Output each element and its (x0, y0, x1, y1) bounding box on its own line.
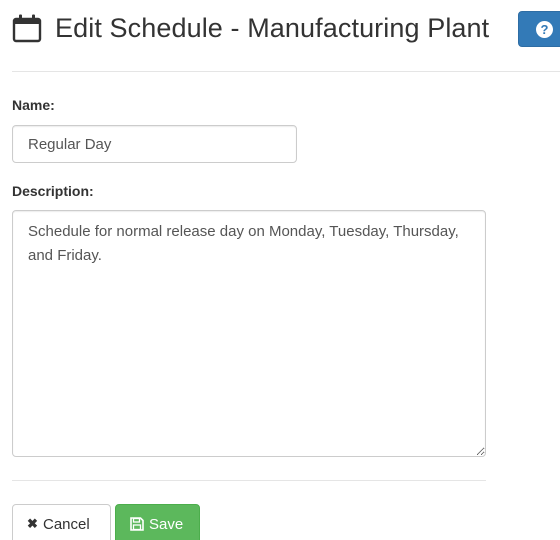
description-textarea[interactable]: Schedule for normal release day on Monda… (12, 210, 486, 457)
help-button[interactable]: ? (518, 11, 560, 47)
edit-schedule-page: Edit Schedule - Manufacturing Plant ? Na… (0, 0, 560, 540)
floppy-disk-icon (130, 517, 144, 531)
header-divider (12, 71, 560, 72)
calendar-icon (12, 14, 42, 43)
name-label: Name: (12, 97, 55, 113)
times-icon: ✖ (27, 516, 38, 531)
name-input[interactable] (12, 125, 297, 163)
page-header: Edit Schedule - Manufacturing Plant (12, 8, 489, 48)
description-label: Description: (12, 183, 94, 199)
save-button-label: Save (149, 515, 184, 533)
cancel-button-label: Cancel (43, 515, 90, 533)
page-title: Edit Schedule - Manufacturing Plant (55, 12, 490, 43)
question-circle-icon: ? (536, 21, 553, 38)
cancel-button[interactable]: ✖ Cancel (12, 504, 111, 540)
save-button[interactable]: Save (115, 504, 200, 540)
form-divider (12, 480, 486, 481)
